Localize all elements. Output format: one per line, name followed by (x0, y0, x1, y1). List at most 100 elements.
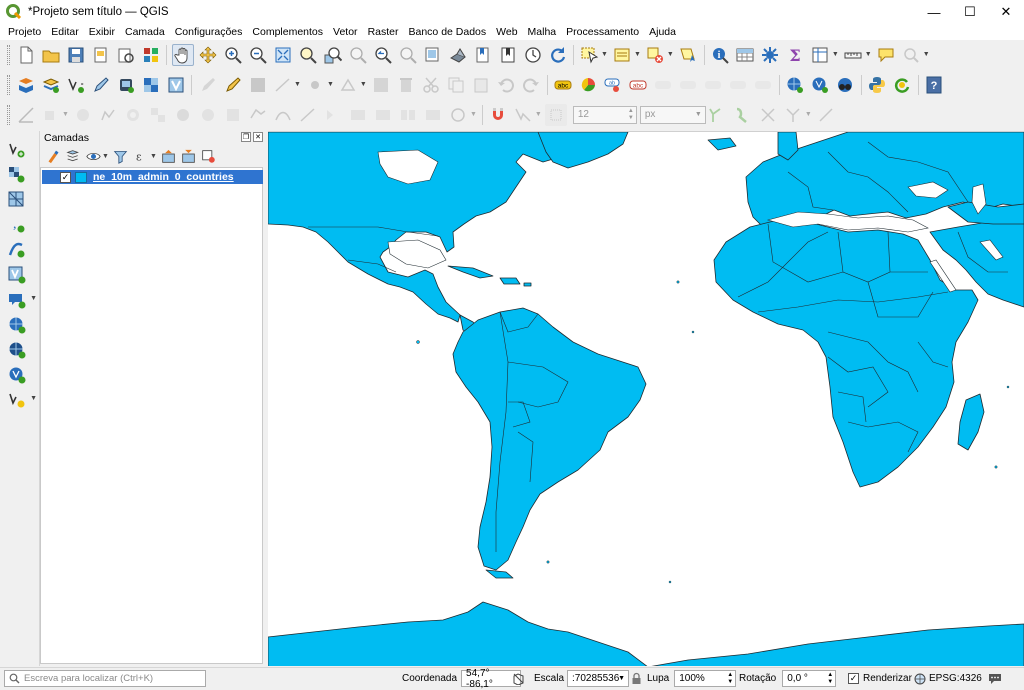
fill-ring-icon[interactable] (172, 104, 194, 126)
python-console-icon[interactable] (866, 74, 888, 96)
world-map[interactable] (268, 132, 1024, 666)
menu-complementos[interactable]: Complementos (252, 26, 323, 38)
add-mesh-layer-icon[interactable] (5, 189, 29, 211)
show-hide-labels-icon[interactable]: abc (627, 74, 649, 96)
float-panel-icon[interactable]: ❐ (241, 132, 251, 142)
simplify-feature-icon[interactable] (97, 104, 119, 126)
globe-crs-icon[interactable] (914, 673, 926, 685)
add-group-icon[interactable] (64, 147, 82, 165)
zoom-in-icon[interactable] (222, 44, 244, 66)
new-map-view-icon[interactable] (422, 44, 444, 66)
toggle-extents-icon[interactable] (512, 672, 525, 685)
lock-scale-icon[interactable] (631, 672, 642, 685)
zoom-next-icon[interactable] (397, 44, 419, 66)
toolbar-grip[interactable] (7, 44, 10, 65)
rotation-input[interactable]: 0,0 ° ▲ ▼ (782, 670, 837, 687)
map-tips-icon[interactable] (875, 44, 897, 66)
manage-map-themes-icon[interactable] (84, 147, 102, 165)
snap-scale-icon[interactable] (815, 104, 837, 126)
add-vector-layer-icon[interactable]: ∘ (65, 74, 87, 96)
snapping-layers-icon[interactable] (512, 104, 534, 126)
add-gpx-layer-icon[interactable] (115, 74, 137, 96)
menu-vetor[interactable]: Vetor (333, 26, 358, 38)
undo-icon[interactable] (495, 74, 517, 96)
style-manager-icon[interactable] (140, 44, 162, 66)
render-checkbox[interactable]: ✓ (848, 673, 859, 684)
delete-selected-icon[interactable] (395, 74, 417, 96)
add-wfs-layer-icon[interactable] (5, 339, 29, 361)
close-panel-icon[interactable]: ✕ (253, 132, 263, 142)
rotate-label-icon[interactable] (677, 74, 699, 96)
add-vector-layer-icon[interactable] (5, 139, 29, 161)
refresh-icon[interactable] (547, 44, 569, 66)
change-label-icon[interactable] (702, 74, 724, 96)
advanced-digitizing-icon[interactable] (15, 104, 37, 126)
field-calculator-icon[interactable] (809, 44, 831, 66)
crs-button[interactable]: EPSG:4326 (929, 673, 982, 684)
rotate-point-symbols-icon[interactable] (447, 104, 469, 126)
locate-icon[interactable] (900, 44, 922, 66)
digitize-pen-icon[interactable] (90, 74, 112, 96)
offset-curve-icon[interactable] (272, 104, 294, 126)
add-part-icon[interactable] (147, 104, 169, 126)
zoom-native-resolution-icon[interactable] (347, 44, 369, 66)
menu-processamento[interactable]: Processamento (566, 26, 639, 38)
scale-select[interactable]: :70285536 ▼ (567, 670, 630, 687)
add-wms-layer-icon[interactable] (784, 74, 806, 96)
new-3d-view-icon[interactable] (447, 44, 469, 66)
add-point-feature-icon[interactable] (304, 74, 326, 96)
cut-features-icon[interactable] (420, 74, 442, 96)
merge-features-icon[interactable] (397, 104, 419, 126)
redo-icon[interactable] (520, 74, 542, 96)
add-wms-layer-icon[interactable]: ▼ (5, 289, 37, 311)
zoom-full-icon[interactable] (272, 44, 294, 66)
menu-camada[interactable]: Camada (125, 26, 165, 38)
pan-to-selection-icon[interactable] (197, 44, 219, 66)
layout-manager-icon[interactable] (115, 44, 137, 66)
toggle-editing-icon[interactable] (222, 74, 244, 96)
zoom-out-icon[interactable] (247, 44, 269, 66)
self-snapping-icon[interactable] (782, 104, 804, 126)
minimize-button[interactable]: — (916, 0, 952, 24)
messages-icon[interactable] (988, 672, 1002, 685)
zoom-to-selection-icon[interactable] (297, 44, 319, 66)
add-line-feature-icon[interactable] (272, 74, 294, 96)
menu-raster[interactable]: Raster (368, 26, 399, 38)
magnifier-input[interactable]: 100% ▲ ▼ (674, 670, 737, 687)
zoom-to-layer-icon[interactable] (322, 44, 344, 66)
move-diagram-icon[interactable] (752, 74, 774, 96)
deselect-features-icon[interactable] (644, 44, 666, 66)
rotate-feature-icon[interactable] (72, 104, 94, 126)
split-features-icon[interactable] (347, 104, 369, 126)
add-wcs-layer-icon[interactable] (5, 314, 29, 336)
close-button[interactable]: ✕ (988, 0, 1024, 24)
select-location-icon[interactable] (677, 44, 699, 66)
menu-web[interactable]: Web (496, 26, 517, 38)
add-ring-icon[interactable] (122, 104, 144, 126)
show-bookmarks-icon[interactable] (497, 44, 519, 66)
move-feature-icon[interactable] (40, 104, 62, 126)
snapping-magnet-icon[interactable] (487, 104, 509, 126)
remove-layer-icon[interactable] (200, 147, 218, 165)
menu-ajuda[interactable]: Ajuda (649, 26, 676, 38)
delete-part-icon[interactable] (222, 104, 244, 126)
filter-legend-icon[interactable] (112, 147, 130, 165)
split-parts-icon[interactable] (372, 104, 394, 126)
zoom-last-icon[interactable] (372, 44, 394, 66)
trim-extend-icon[interactable] (322, 104, 344, 126)
menu-configuracoes[interactable]: Configurações (175, 26, 243, 38)
menu-malha[interactable]: Malha (528, 26, 557, 38)
open-attribute-table-icon[interactable] (734, 44, 756, 66)
add-spatialite-layer-icon[interactable] (5, 239, 29, 261)
new-project-icon[interactable] (15, 44, 37, 66)
new-print-layout-icon[interactable] (90, 44, 112, 66)
vertex-tool-icon[interactable] (337, 74, 359, 96)
spinbox-arrows-icon[interactable]: ▲ ▼ (827, 672, 833, 686)
new-shapefile-layer-icon[interactable]: ▼ (5, 389, 37, 411)
layer-diagram-icon[interactable] (577, 74, 599, 96)
reverse-line-icon[interactable] (297, 104, 319, 126)
toolbar-grip[interactable] (7, 104, 10, 125)
identify-features-icon[interactable]: i (709, 44, 731, 66)
statistical-summary-icon[interactable]: Σ (784, 44, 806, 66)
merge-attributes-icon[interactable] (422, 104, 444, 126)
